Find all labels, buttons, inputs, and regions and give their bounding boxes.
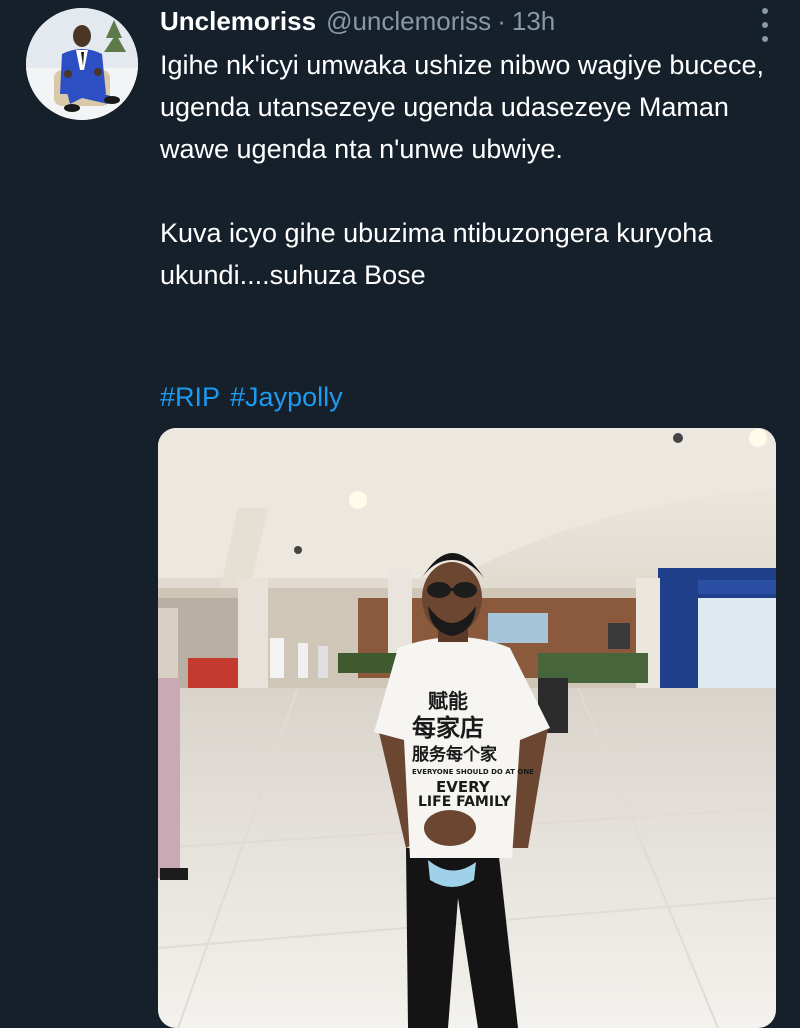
hashtag-link[interactable]: #RIP <box>160 382 220 412</box>
tweet-photo[interactable]: 赋能 每家店 服务每个家 EVERYONE SHOULD DO AT ONE E… <box>158 428 776 1028</box>
hashtag-link[interactable]: #Jaypolly <box>230 382 343 412</box>
shirt-text: EVERYONE SHOULD DO AT ONE <box>412 768 534 776</box>
shirt-text: 每家店 <box>412 714 484 742</box>
timestamp[interactable]: 13h <box>512 6 555 37</box>
shirt-text: LIFE FAMILY <box>418 794 512 810</box>
separator: · <box>497 6 506 36</box>
hashtags: #RIP #Jaypolly <box>160 376 353 418</box>
display-name[interactable]: Unclemoriss <box>160 6 316 37</box>
more-vertical-icon[interactable] <box>756 8 774 42</box>
user-handle[interactable]: @unclemoriss <box>326 6 491 37</box>
shirt-text: 服务每个家 <box>412 744 497 765</box>
tweet-text: Igihe nk'icyi umwaka ushize nibwo wagiye… <box>160 50 764 290</box>
shirt-text: 赋能 <box>428 689 468 713</box>
tweet-header: Unclemoriss @unclemoriss · 13h <box>160 6 555 42</box>
tweet[interactable]: Unclemoriss @unclemoriss · 13h Igihe nk'… <box>0 0 800 1028</box>
avatar[interactable] <box>26 8 138 120</box>
